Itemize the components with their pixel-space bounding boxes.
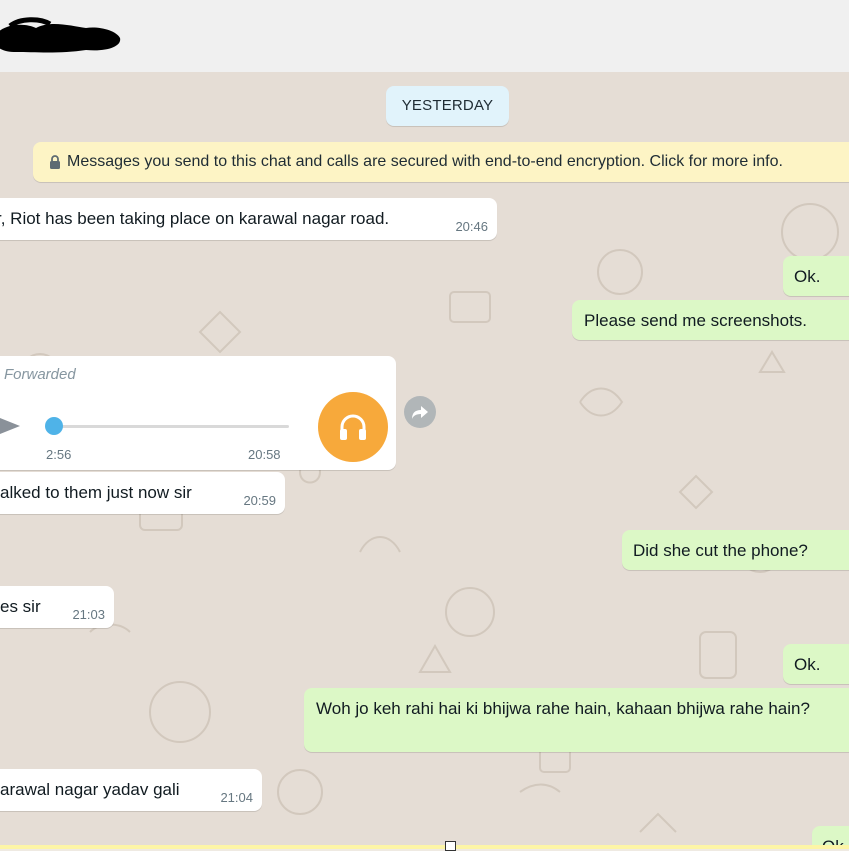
forward-icon [412,406,428,419]
voice-message-bubble[interactable]: Forwarded 2:56 20:58 [0,356,396,470]
resize-handle[interactable] [445,841,456,851]
voice-progress-track[interactable] [46,425,289,428]
message-text: alked to them just now sir [0,483,192,502]
message-text: arawal nagar yadav gali [0,780,180,799]
message-bubble-incoming[interactable]: alked to them just now sir 20:59 [0,472,285,514]
encryption-notice[interactable]: Messages you send to this chat and calls… [33,142,849,182]
encryption-notice-text: Messages you send to this chat and calls… [67,153,783,170]
voice-duration: 2:56 [46,447,72,462]
voice-progress-knob[interactable] [45,417,63,435]
message-bubble-outgoing[interactable]: Please send me screenshots. [572,300,849,340]
message-time: 20:46 [455,219,488,234]
forward-button[interactable] [404,396,436,428]
chat-panel[interactable]: YESTERDAY Messages you send to this chat… [0,72,849,849]
message-time: 21:03 [72,607,105,622]
message-text: Ok. [794,267,821,286]
redacted-contact-name [0,17,121,53]
message-bubble-outgoing[interactable]: Ok. [783,644,849,684]
message-text: Ok. [794,655,821,674]
message-bubble-incoming[interactable]: arawal nagar yadav gali 21:04 [0,769,262,811]
message-text: Please send me screenshots. [584,311,808,330]
message-bubble-outgoing[interactable]: Did she cut the phone? [622,530,849,570]
message-text: Woh jo keh rahi hai ki bhijwa rahe hain,… [316,699,810,718]
forwarded-label: Forwarded [4,366,76,383]
message-bubble-outgoing[interactable]: Woh jo keh rahi hai ki bhijwa rahe hain,… [304,688,849,752]
play-icon[interactable] [0,410,22,442]
message-time: 21:04 [220,790,253,805]
message-text: es sir [0,597,41,616]
message-text: r, Riot has been taking place on karawal… [0,209,390,228]
message-bubble-outgoing[interactable]: Ok. [783,256,849,296]
message-time: 20:59 [243,493,276,508]
chat-header [0,0,849,73]
message-text: Did she cut the phone? [633,541,808,560]
message-bubble-incoming[interactable]: es sir 21:03 [0,586,114,628]
lock-icon [50,155,60,169]
compose-bar-edge [0,845,849,849]
date-divider: YESTERDAY [386,86,509,126]
headphones-icon [340,414,366,440]
message-time: 20:58 [248,447,281,462]
message-bubble-incoming[interactable]: r, Riot has been taking place on karawal… [0,198,497,240]
voice-sender-avatar [318,392,388,462]
